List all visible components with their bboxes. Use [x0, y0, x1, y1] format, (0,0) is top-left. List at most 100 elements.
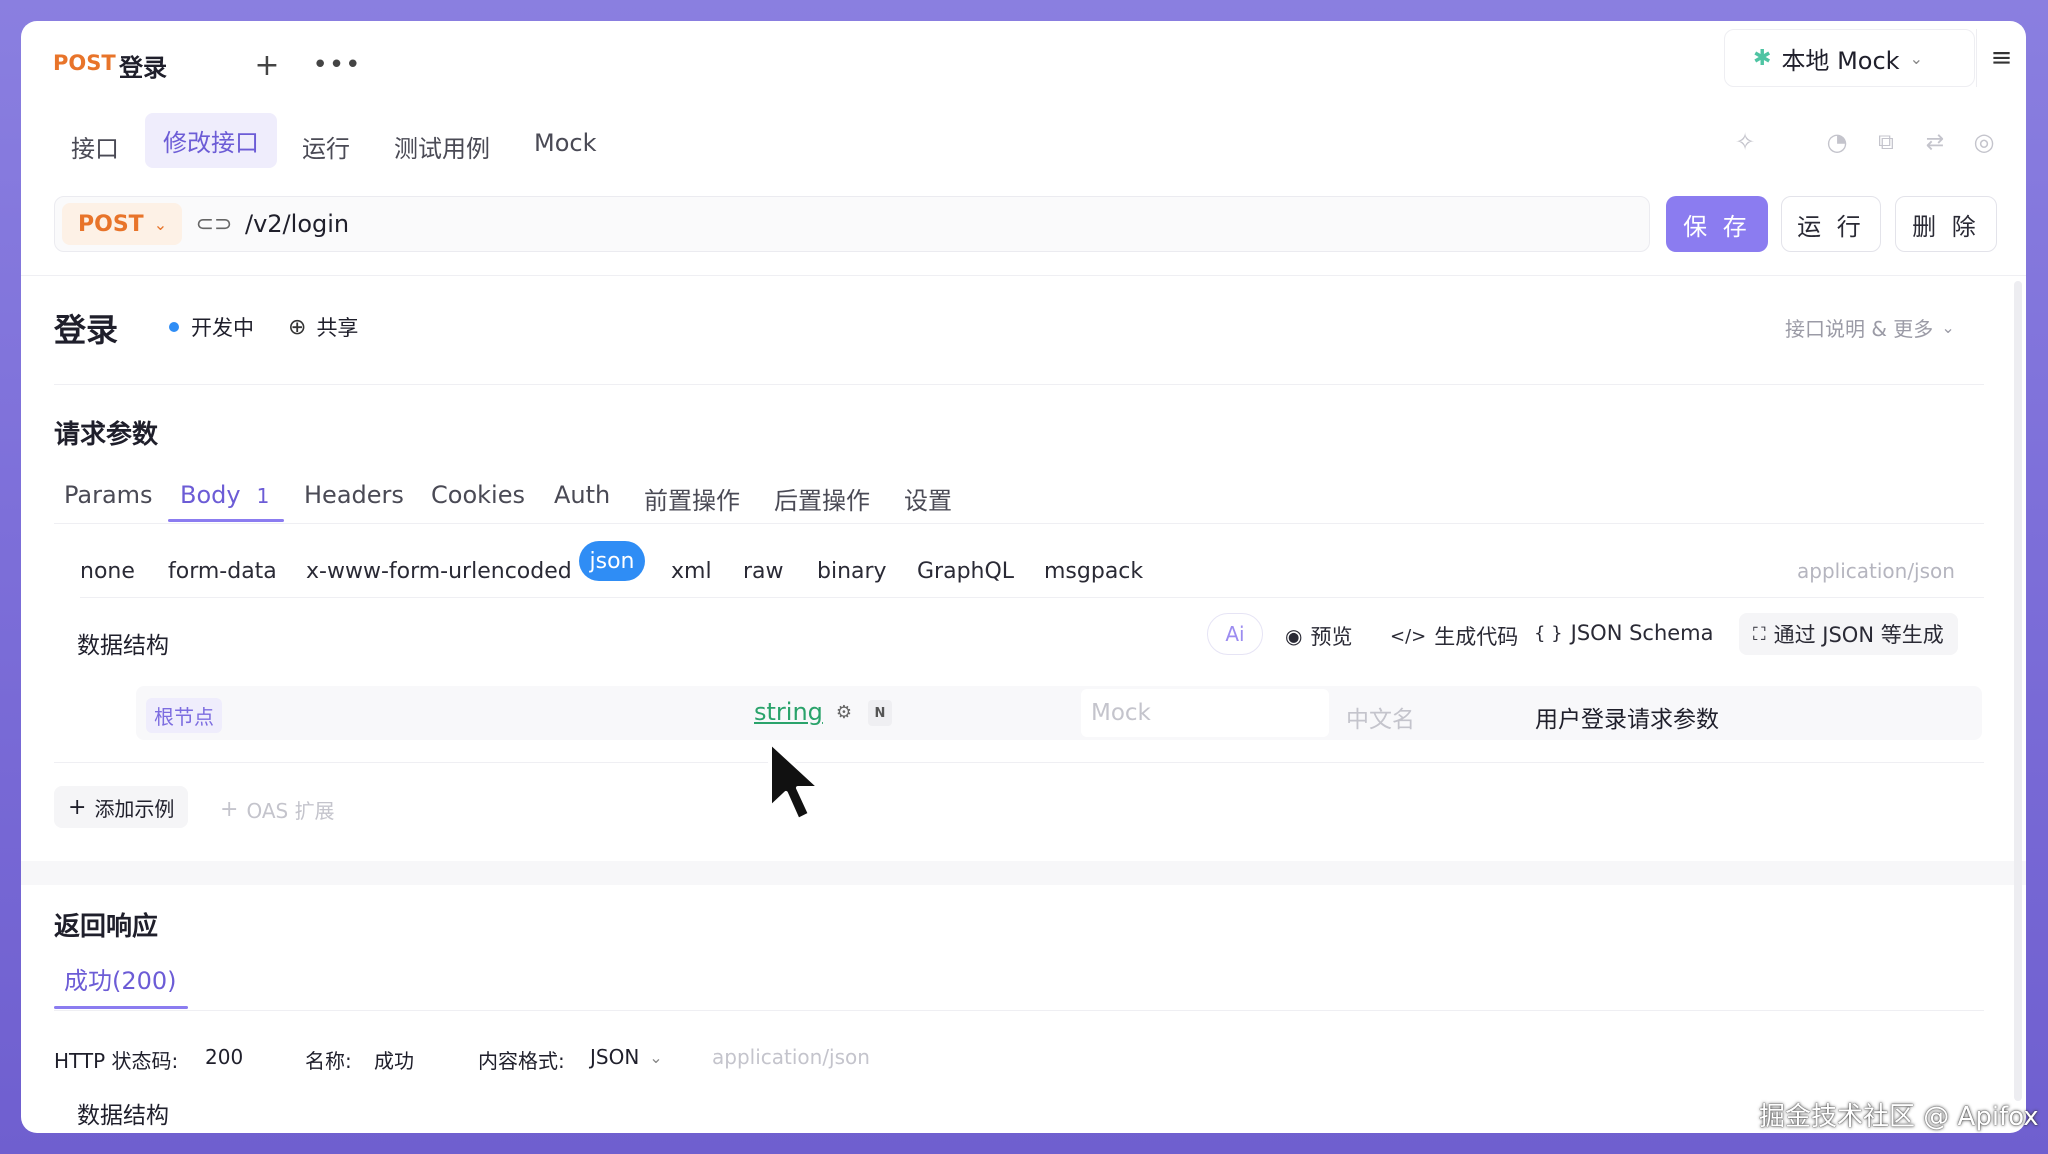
link-icon: ⊂⊃ [195, 211, 233, 237]
divider [21, 275, 2026, 276]
braces-icon: { } [1534, 622, 1563, 644]
more-info-toggle[interactable]: 接口说明 & 更多 ⌄ [1785, 313, 1955, 342]
generate-code-button[interactable]: </> 生成代码 [1390, 621, 1518, 651]
eye-icon: ◉ [1285, 624, 1303, 648]
content-format-value: JSON [590, 1045, 640, 1069]
response-data-structure-label: 数据结构 [77, 1103, 169, 1129]
tab-test-cases[interactable]: 测试用例 [394, 119, 490, 174]
app-window: POST 登录 + ••• ✱ 本地 Mock ⌄ ≡ 接口 修改接口 运行 测… [21, 21, 2026, 1133]
method-select[interactable]: POST ⌄ [62, 203, 182, 245]
response-name-value[interactable]: 成功 [374, 1045, 414, 1074]
preview-button[interactable]: ◉ 预览 [1285, 621, 1352, 651]
share-label: 共享 [316, 316, 359, 340]
content-format-label: 内容格式: [478, 1049, 565, 1073]
status-dot [169, 322, 179, 332]
body-type-binary[interactable]: binary [817, 559, 887, 584]
divider [54, 523, 1984, 524]
scrollbar[interactable] [2014, 281, 2022, 1101]
copy-icon[interactable]: ⧉ [1869, 125, 1903, 159]
tab-mock[interactable]: Mock [534, 119, 596, 167]
more-icon[interactable]: ••• [313, 47, 361, 83]
run-button[interactable]: 运 行 [1781, 196, 1881, 252]
mock-input[interactable]: Mock [1081, 689, 1329, 737]
req-tab-body-label: Body [180, 481, 241, 509]
body-type-form-data[interactable]: form-data [168, 559, 277, 584]
history-icon[interactable]: ◔ [1820, 125, 1854, 159]
req-tab-settings[interactable]: 设置 [904, 481, 952, 516]
divider [54, 762, 1984, 763]
body-type-raw[interactable]: raw [743, 559, 784, 584]
generate-code-label: 生成代码 [1434, 625, 1519, 649]
http-status-value[interactable]: 200 [205, 1045, 243, 1069]
response-name-label: 名称: [305, 1049, 352, 1073]
menu-icon[interactable]: ≡ [1976, 29, 2026, 87]
more-info-label: 接口说明 & 更多 [1785, 317, 1934, 341]
req-tab-body[interactable]: Body 1 [180, 481, 269, 509]
req-tab-headers[interactable]: Headers [304, 481, 404, 509]
header-title: 登录 [119, 54, 167, 82]
http-status-label: HTTP 状态码: [54, 1049, 179, 1073]
body-type-msgpack[interactable]: msgpack [1044, 559, 1143, 584]
generate-from-json-button[interactable]: ⛶ 通过 JSON 等生成 [1739, 613, 1958, 655]
oas-extension-button[interactable]: + OAS 扩展 [220, 795, 335, 824]
settings-icon[interactable]: ◎ [1967, 125, 2001, 159]
body-type-urlencoded[interactable]: x-www-form-urlencoded [306, 559, 572, 584]
req-tab-auth[interactable]: Auth [554, 481, 610, 509]
add-example-button[interactable]: + 添加示例 [54, 786, 189, 828]
env-selector[interactable]: ✱ 本地 Mock ⌄ [1724, 29, 1975, 87]
divider [80, 597, 1984, 598]
double-chevron-down-icon: ⌄ [1941, 318, 1955, 337]
generate-from-json-label: 通过 JSON 等生成 [1773, 623, 1944, 647]
chevron-down-icon: ⌄ [153, 214, 168, 234]
chinese-name-input[interactable]: 中文名 [1346, 700, 1415, 734]
plus-icon: + [68, 794, 87, 820]
preview-label: 预览 [1310, 625, 1353, 649]
save-button[interactable]: 保 存 [1666, 196, 1768, 252]
req-tab-post-ops[interactable]: 后置操作 [774, 481, 870, 516]
ai-button[interactable]: Ai [1207, 613, 1263, 655]
tab-run[interactable]: 运行 [302, 119, 350, 174]
tab-api[interactable]: 接口 [71, 119, 119, 174]
mouse-cursor-icon [768, 740, 822, 822]
response-section-title: 返回响应 [54, 912, 159, 942]
response-tab-success[interactable]: 成功(200) [64, 961, 177, 996]
body-type-none[interactable]: none [80, 559, 135, 584]
sparkle-icon[interactable]: ✧ [1728, 125, 1762, 159]
status-label: 开发中 [191, 316, 254, 340]
nullable-badge[interactable]: N [868, 700, 892, 726]
json-schema-button[interactable]: { } JSON Schema [1534, 621, 1714, 645]
response-mime: application/json [712, 1045, 870, 1069]
type-selector[interactable]: string [754, 698, 823, 726]
oas-extension-label: OAS 扩展 [246, 799, 335, 823]
url-input[interactable]: /v2/login [245, 210, 349, 238]
delete-button[interactable]: 删 除 [1895, 196, 1997, 252]
divider [54, 384, 1984, 385]
json-schema-label: JSON Schema [1570, 621, 1714, 645]
type-settings-icon[interactable]: ⚙ [831, 698, 857, 726]
body-type-graphql[interactable]: GraphQL [917, 559, 1014, 584]
req-tab-cookies[interactable]: Cookies [431, 481, 525, 509]
share-flow-icon[interactable]: ⇄ [1918, 125, 1952, 159]
status-selector[interactable]: 开发中 [169, 312, 254, 342]
scan-icon: ⛶ [1753, 623, 1766, 645]
body-type-json[interactable]: json [579, 541, 645, 581]
request-section-title: 请求参数 [54, 420, 159, 450]
api-name[interactable]: 登录 [54, 305, 118, 351]
req-tab-params[interactable]: Params [64, 481, 153, 509]
plus-icon: + [220, 797, 239, 822]
active-tab-indicator [168, 519, 284, 522]
description-input[interactable]: 用户登录请求参数 [1535, 700, 1719, 734]
env-icon: ✱ [1753, 45, 1772, 71]
root-node-label: 根节点 [146, 698, 222, 733]
section-gap [21, 861, 2026, 885]
body-type-xml[interactable]: xml [671, 559, 712, 584]
content-format-select[interactable]: JSON ⌄ [590, 1045, 663, 1069]
req-tab-pre-ops[interactable]: 前置操作 [644, 481, 740, 516]
share-toggle[interactable]: ⊕ 共享 [288, 312, 358, 342]
watermark: 掘金技术社区 @ Apifox [1759, 1102, 2039, 1132]
tab-edit-api[interactable]: 修改接口 [145, 113, 277, 168]
add-example-label: 添加示例 [94, 796, 175, 821]
method-select-label: POST [78, 211, 144, 237]
chevron-down-icon: ⌄ [649, 1047, 663, 1067]
add-tab-icon[interactable]: + [249, 47, 285, 83]
